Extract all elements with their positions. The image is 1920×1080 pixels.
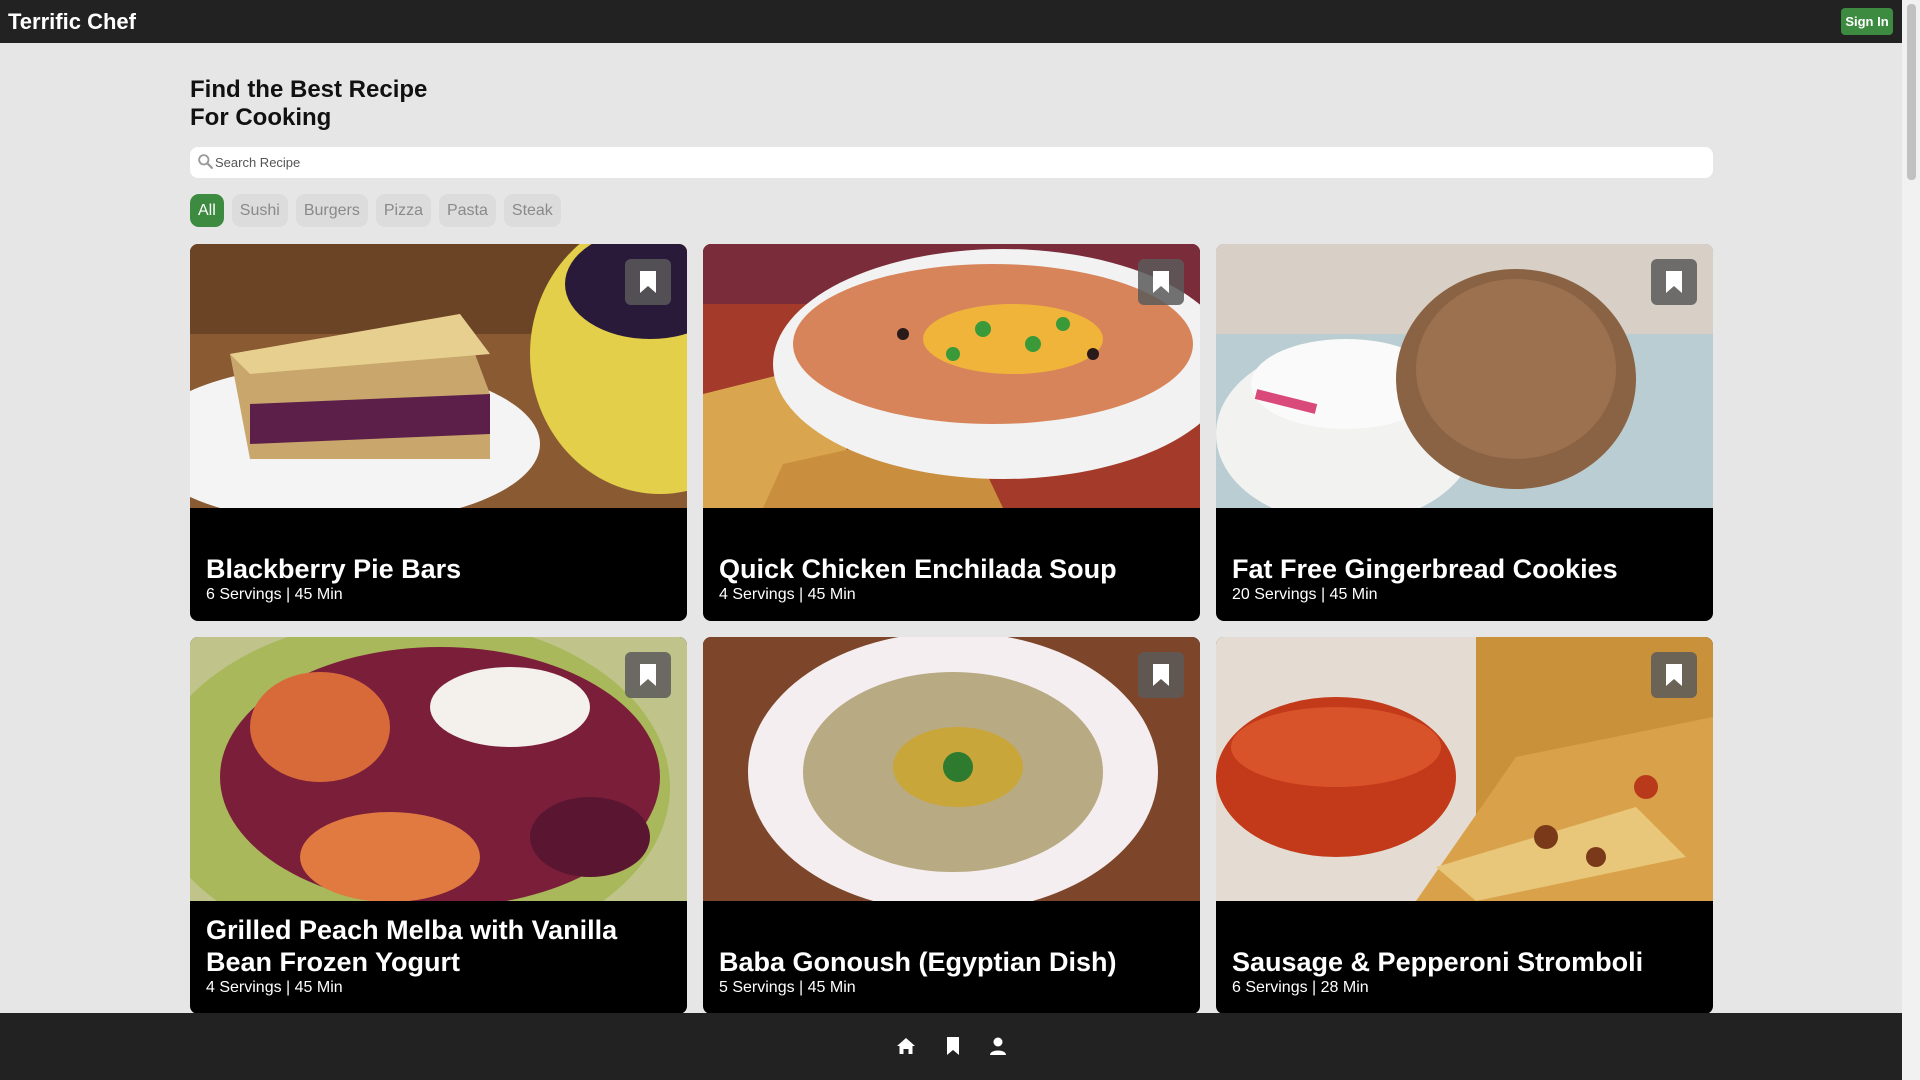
bookmark-icon <box>640 271 656 293</box>
recipe-info: Grilled Peach Melba with Vanilla Bean Fr… <box>206 914 671 998</box>
recipe-card[interactable]: Baba Gonoush (Egyptian Dish) 5 Servings … <box>703 637 1200 1014</box>
recipe-grid: Blackberry Pie Bars 6 Servings | 45 Min … <box>190 244 1713 1014</box>
filter-chip-all[interactable]: All <box>190 194 224 227</box>
filter-chip-pizza[interactable]: Pizza <box>375 194 431 227</box>
recipe-meta: 20 Servings | 45 Min <box>1232 586 1378 603</box>
recipe-title[interactable]: Baba Gonoush (Egyptian Dish) <box>719 946 1184 978</box>
recipe-image <box>703 637 1200 901</box>
recipe-card[interactable]: Fat Free Gingerbread Cookies 20 Servings… <box>1216 244 1713 621</box>
filter-chip-steak[interactable]: Steak <box>503 194 561 227</box>
recipe-card[interactable]: Sausage & Pepperoni Stromboli 6 Servings… <box>1216 637 1713 1014</box>
recipe-info: Blackberry Pie Bars 6 Servings | 45 Min <box>206 553 671 605</box>
recipe-title[interactable]: Grilled Peach Melba with Vanilla Bean Fr… <box>206 914 671 978</box>
sign-in-button[interactable]: Sign In <box>1841 8 1893 35</box>
save-recipe-button[interactable] <box>1651 259 1697 305</box>
recipe-meta: 5 Servings | 45 Min <box>719 979 856 996</box>
recipe-card[interactable]: Grilled Peach Melba with Vanilla Bean Fr… <box>190 637 687 1014</box>
search-input[interactable] <box>215 147 1705 178</box>
heading-line-1: Find the Best Recipe <box>190 76 428 103</box>
page-heading: Find the Best Recipe For Cooking <box>190 76 427 132</box>
bookmark-icon <box>1153 271 1169 293</box>
recipe-meta: 6 Servings | 45 Min <box>206 586 343 603</box>
category-filters: All Sushi Burgers Pizza Pasta Steak <box>190 194 561 227</box>
brand-logo-text[interactable]: Terrific Chef <box>8 9 136 35</box>
recipe-info: Quick Chicken Enchilada Soup 4 Servings … <box>719 553 1184 605</box>
save-recipe-button[interactable] <box>1138 652 1184 698</box>
recipe-title[interactable]: Blackberry Pie Bars <box>206 553 671 585</box>
bookmark-icon <box>640 664 656 686</box>
bookmark-icon <box>1666 664 1682 686</box>
scrollbar-thumb[interactable] <box>1907 4 1916 180</box>
recipe-meta: 4 Servings | 45 Min <box>206 979 343 996</box>
filter-chip-pasta[interactable]: Pasta <box>438 194 496 227</box>
heading-line-2: For Cooking <box>190 104 332 131</box>
save-recipe-button[interactable] <box>625 652 671 698</box>
bookmark-icon <box>1666 271 1682 293</box>
search-icon <box>198 154 213 169</box>
recipe-info: Baba Gonoush (Egyptian Dish) 5 Servings … <box>719 946 1184 998</box>
recipe-info: Fat Free Gingerbread Cookies 20 Servings… <box>1232 553 1697 605</box>
bookmark-icon <box>1153 664 1169 686</box>
recipe-title[interactable]: Fat Free Gingerbread Cookies <box>1232 553 1697 585</box>
home-icon[interactable] <box>895 1035 917 1057</box>
page-scrollbar[interactable] <box>1902 0 1920 1080</box>
recipe-card[interactable]: Blackberry Pie Bars 6 Servings | 45 Min <box>190 244 687 621</box>
save-recipe-button[interactable] <box>625 259 671 305</box>
recipe-image <box>190 244 687 508</box>
recipe-card[interactable]: Quick Chicken Enchilada Soup 4 Servings … <box>703 244 1200 621</box>
recipe-image <box>1216 637 1713 901</box>
bookmark-icon[interactable] <box>942 1035 964 1057</box>
top-nav-bar: Terrific Chef Sign In <box>0 0 1902 43</box>
search-bar[interactable] <box>190 147 1713 178</box>
recipe-title[interactable]: Quick Chicken Enchilada Soup <box>719 553 1184 585</box>
filter-chip-sushi[interactable]: Sushi <box>231 194 288 227</box>
recipe-title[interactable]: Sausage & Pepperoni Stromboli <box>1232 946 1697 978</box>
recipe-image <box>703 244 1200 508</box>
user-icon[interactable] <box>987 1035 1009 1057</box>
recipe-meta: 4 Servings | 45 Min <box>719 586 856 603</box>
save-recipe-button[interactable] <box>1138 259 1184 305</box>
recipe-info: Sausage & Pepperoni Stromboli 6 Servings… <box>1232 946 1697 998</box>
recipe-image <box>1216 244 1713 508</box>
filter-chip-burgers[interactable]: Burgers <box>295 194 368 227</box>
recipe-image <box>190 637 687 901</box>
recipe-meta: 6 Servings | 28 Min <box>1232 979 1369 996</box>
save-recipe-button[interactable] <box>1651 652 1697 698</box>
bottom-nav-bar <box>0 1013 1902 1080</box>
